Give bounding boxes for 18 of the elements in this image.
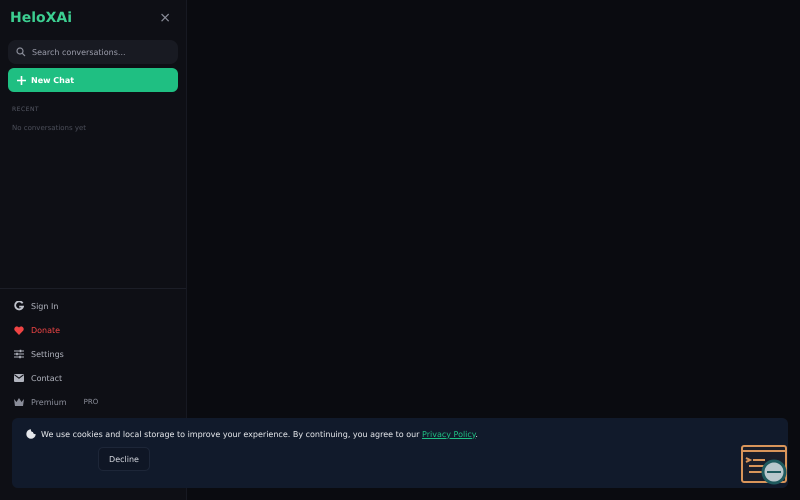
google-icon	[14, 301, 24, 311]
search-field[interactable]: Search conversations...	[8, 40, 178, 64]
menu-item[interactable]: Contact	[8, 366, 178, 390]
logo: HeloXAi	[10, 10, 72, 26]
close-button[interactable]: ×	[155, 10, 175, 26]
decline-button[interactable]: Decline	[98, 447, 150, 471]
menu-item[interactable]: Settings	[8, 342, 178, 366]
crown-icon	[14, 398, 24, 406]
plus-icon	[17, 76, 26, 84]
menu-item[interactable]: Sign In	[8, 294, 178, 318]
privacy-policy-link[interactable]: Privacy Policy	[422, 430, 476, 438]
heart-icon	[14, 326, 24, 334]
mail-icon	[14, 374, 24, 382]
cookie-message: We use cookies and local storage to improve your experience. By continuing, you agree to our Privacy Policy.	[41, 430, 478, 438]
terminal-search-icon[interactable]	[741, 445, 789, 487]
cookie-icon	[26, 429, 36, 439]
sliders-icon	[14, 349, 24, 359]
menu-item[interactable]: Donate	[8, 318, 178, 342]
